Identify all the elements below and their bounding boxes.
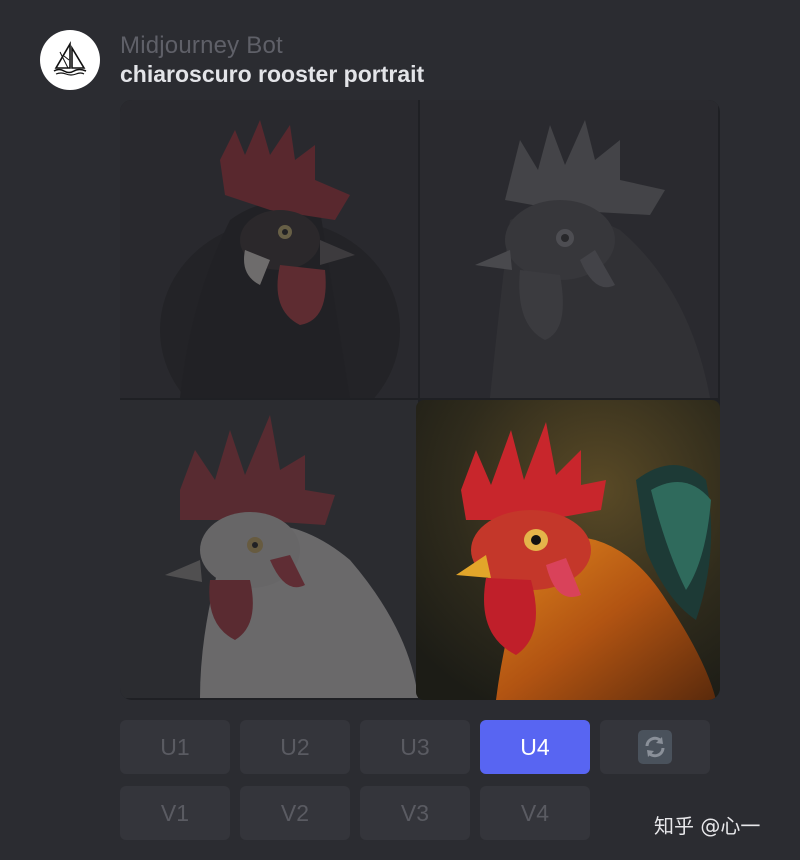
image-tile-3[interactable] — [120, 400, 418, 698]
bot-name[interactable]: Midjourney Bot — [120, 32, 283, 60]
variation-3-button[interactable]: V3 — [360, 786, 470, 840]
variation-4-button[interactable]: V4 — [480, 786, 590, 840]
reroll-button[interactable] — [600, 720, 710, 774]
sailboat-logo-icon — [53, 41, 87, 76]
upscale-4-button[interactable]: U4 — [480, 720, 590, 774]
variation-1-button[interactable]: V1 — [120, 786, 230, 840]
variation-2-button[interactable]: V2 — [240, 786, 350, 840]
prompt-text: chiaroscuro rooster portrait — [120, 61, 425, 87]
watermark: 知乎 @心一 — [654, 814, 761, 838]
image-tile-2[interactable] — [420, 100, 718, 398]
image-grid[interactable] — [120, 100, 720, 700]
upscale-3-button[interactable]: U3 — [360, 720, 470, 774]
refresh-icon — [638, 730, 672, 764]
upscale-1-button[interactable]: U1 — [120, 720, 230, 774]
avatar[interactable] — [40, 30, 100, 90]
image-tile-1[interactable] — [120, 100, 418, 398]
image-tile-4[interactable] — [416, 400, 720, 700]
upscale-2-button[interactable]: U2 — [240, 720, 350, 774]
